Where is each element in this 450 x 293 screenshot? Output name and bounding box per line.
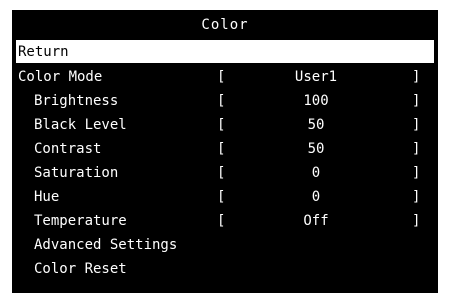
menu-item-label: Return bbox=[18, 43, 69, 60]
menu-item-hue[interactable]: Hue [ 0 ] bbox=[16, 185, 434, 208]
value-bracket-close: ] bbox=[412, 188, 421, 205]
value-bracket-close: ] bbox=[412, 164, 421, 181]
menu-item-advanced-settings[interactable]: Advanced Settings bbox=[16, 233, 434, 256]
value-bracket-open: [ bbox=[217, 92, 226, 109]
menu-item-label: Saturation bbox=[34, 164, 119, 181]
menu-item-label: Contrast bbox=[34, 140, 102, 157]
menu-item-return[interactable]: Return bbox=[16, 40, 434, 63]
value-bracket-close: ] bbox=[412, 140, 421, 157]
value-bracket-open: [ bbox=[217, 116, 226, 133]
menu-item-brightness[interactable]: Brightness [ 100 ] bbox=[16, 89, 434, 112]
temperature-value: Off bbox=[303, 212, 329, 229]
contrast-value: 50 bbox=[307, 140, 325, 157]
menu-item-label: Advanced Settings bbox=[34, 236, 178, 253]
menu-item-label: Color Reset bbox=[34, 260, 127, 277]
value-bracket-open: [ bbox=[217, 68, 226, 85]
menu-title-text: Color bbox=[201, 17, 249, 33]
hue-value: 0 bbox=[311, 188, 321, 205]
color-mode-value: User1 bbox=[294, 68, 338, 85]
value-bracket-open: [ bbox=[217, 212, 226, 229]
saturation-value: 0 bbox=[311, 164, 321, 181]
value-bracket-close: ] bbox=[412, 212, 421, 229]
menu-item-black-level[interactable]: Black Level [ 50 ] bbox=[16, 113, 434, 136]
menu-title: Color bbox=[12, 10, 438, 40]
menu-item-label: Black Level bbox=[34, 116, 127, 133]
menu-item-label: Temperature bbox=[34, 212, 127, 229]
value-bracket-close: ] bbox=[412, 92, 421, 109]
menu-item-contrast[interactable]: Contrast [ 50 ] bbox=[16, 137, 434, 160]
value-bracket-open: [ bbox=[217, 140, 226, 157]
value-bracket-close: ] bbox=[412, 116, 421, 133]
menu-item-temperature[interactable]: Temperature [ Off ] bbox=[16, 209, 434, 232]
black-level-value: 50 bbox=[307, 116, 325, 133]
menu-item-label: Brightness bbox=[34, 92, 119, 109]
menu-item-saturation[interactable]: Saturation [ 0 ] bbox=[16, 161, 434, 184]
menu-item-color-mode[interactable]: Color Mode [ User1 ] bbox=[16, 65, 434, 88]
menu-item-label: Hue bbox=[34, 188, 60, 205]
brightness-value: 100 bbox=[303, 92, 329, 109]
value-bracket-open: [ bbox=[217, 164, 226, 181]
value-bracket-close: ] bbox=[412, 68, 421, 85]
osd-menu-panel: Color Return Color Mode [ User1 ] Bright… bbox=[12, 10, 438, 293]
menu-item-color-reset[interactable]: Color Reset bbox=[16, 257, 434, 280]
value-bracket-open: [ bbox=[217, 188, 226, 205]
menu-item-label: Color Mode bbox=[18, 68, 103, 85]
